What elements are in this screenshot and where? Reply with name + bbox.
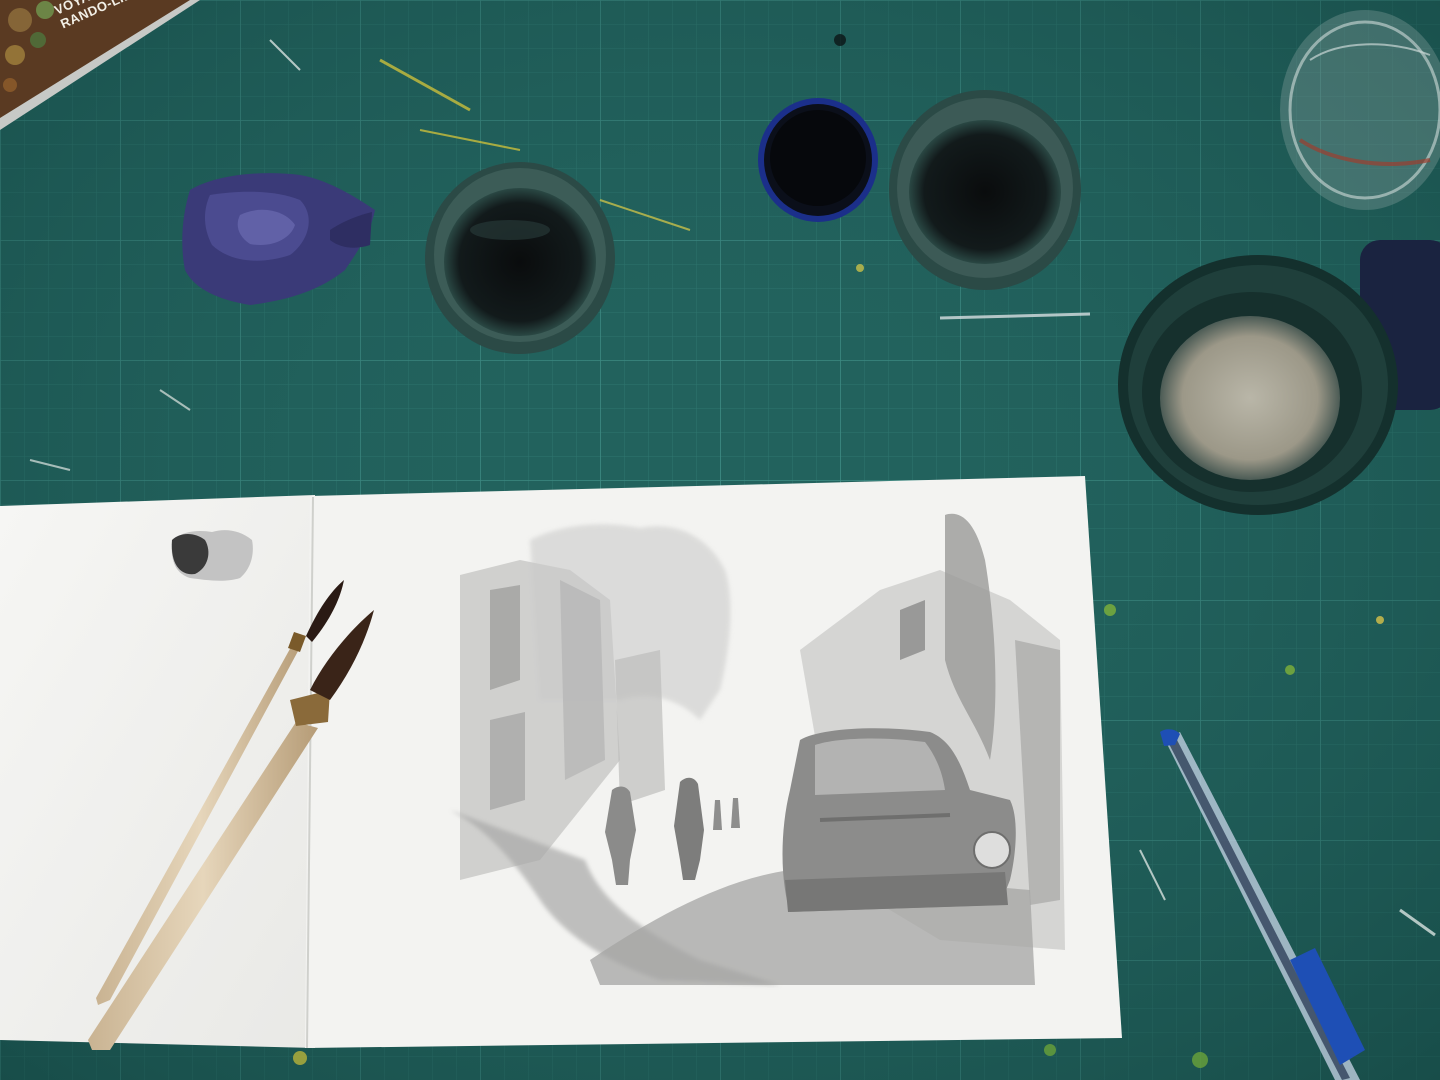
- ink-jar-right: [889, 90, 1081, 290]
- ink-cap-blue: [758, 98, 878, 222]
- ink-jar-left: [425, 162, 615, 354]
- desk-scene: VOYAGE RANDO-LIBE: [0, 0, 1440, 1080]
- cutting-mat: [0, 0, 1440, 1080]
